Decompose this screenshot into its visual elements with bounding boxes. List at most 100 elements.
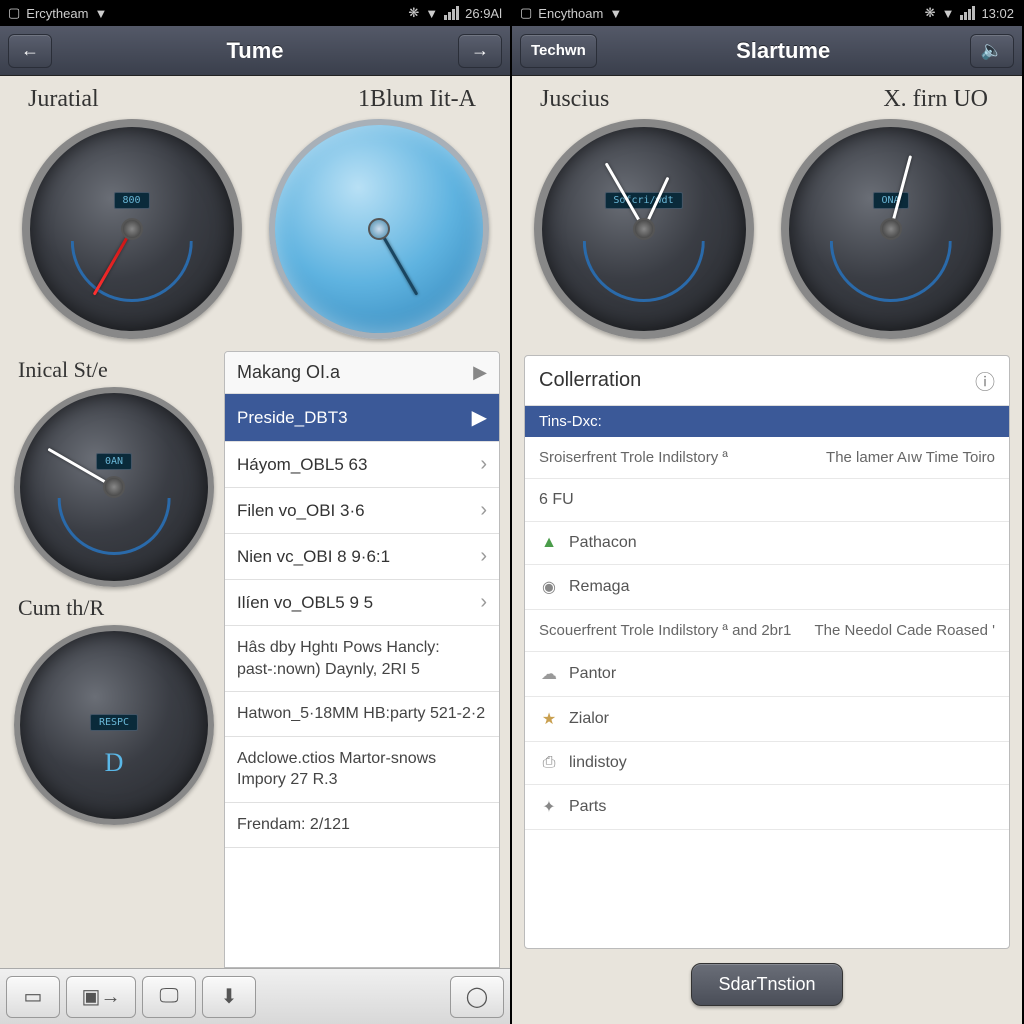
list-item[interactable]: Preside_DBT3 ▶ bbox=[225, 394, 499, 442]
col-right: The Needol Cade Roased ' bbox=[815, 622, 995, 639]
col-left: Sroiserfrent Trole Indilstory ª bbox=[539, 449, 728, 466]
gauge-lcd: 0AN bbox=[96, 453, 132, 470]
gauge-firn[interactable]: ONA bbox=[781, 119, 1001, 339]
page-title: Slartume bbox=[597, 38, 970, 64]
item-icon: ⎙ bbox=[539, 754, 559, 772]
item-label: Zialor bbox=[569, 710, 609, 728]
item-label: lindistoy bbox=[569, 754, 627, 772]
item-label: Pathacon bbox=[569, 534, 637, 552]
list-item-label: Nien vc_OBI 8 9·6:1 bbox=[237, 547, 390, 567]
item-label: Pantor bbox=[569, 665, 616, 683]
back-button[interactable]: ← bbox=[8, 34, 52, 68]
list-item[interactable]: ▲ Pathacon bbox=[525, 522, 1009, 565]
status-bar-left: ▢ Ercytheam ▼ ❋ ▼ 26:9Al bbox=[0, 0, 510, 26]
gauge-sub-arc bbox=[829, 241, 951, 302]
item-icon: ▲ bbox=[539, 534, 559, 552]
list-item[interactable]: Adclowe.ctios Martor-snows Impory 27 R.3 bbox=[225, 737, 499, 803]
nav-bar-left: ← Tume → bbox=[0, 26, 510, 76]
gauge-hub bbox=[633, 218, 655, 240]
tab-monitor[interactable]: 🖵 bbox=[142, 976, 196, 1018]
list-header-label: Makang OI.a bbox=[237, 362, 340, 383]
gauge-juscius[interactable]: Sofcri/wdt bbox=[534, 119, 754, 339]
list-item[interactable]: ☁ Pantor bbox=[525, 652, 1009, 697]
list-header[interactable]: Makang OI.a ▶ bbox=[225, 352, 499, 394]
status-bar-right: ▢ Encythoam ▼ ❋ ▼ 13:02 bbox=[512, 0, 1022, 26]
chevron-right-icon: › bbox=[480, 591, 487, 614]
gauge-title-blum: 1Blum Iit-A bbox=[261, 86, 496, 113]
gauge-title-firn: X. firn UO bbox=[773, 86, 1008, 113]
phone-right: ▢ Encythoam ▼ ❋ ▼ 13:02 Techwn Slartume … bbox=[512, 0, 1024, 1024]
list-item[interactable]: Filen vo_OBI 3·6 › bbox=[225, 488, 499, 534]
clock-label: 13:02 bbox=[981, 6, 1014, 21]
collaboration-panel: Collerration ⓘ Tins-Dxc: Sroiserfrent Tr… bbox=[524, 355, 1010, 949]
item-icon: ☁ bbox=[539, 664, 559, 684]
list-item-label: Ilíen vo_OBL5 9 5 bbox=[237, 593, 373, 613]
back-label: Techwn bbox=[531, 42, 586, 59]
list-item[interactable]: ✦ Parts bbox=[525, 785, 1009, 830]
chevron-right-icon: › bbox=[480, 453, 487, 476]
battery-icon: ▢ bbox=[520, 5, 532, 21]
list-item[interactable]: Frendam: 2/121 bbox=[225, 803, 499, 848]
page-title: Tume bbox=[52, 38, 458, 64]
snowflake-icon: ❋ bbox=[408, 5, 419, 21]
gauge-title-cum: Cum th/R bbox=[18, 595, 212, 621]
gauge-inical[interactable]: 0AN bbox=[14, 387, 214, 587]
panel-header-label: Collerration bbox=[539, 369, 641, 392]
gauge-cum[interactable]: RESPC D bbox=[14, 625, 214, 825]
gauge-center-glyph: D bbox=[105, 748, 124, 778]
forward-button[interactable]: → bbox=[458, 34, 502, 68]
list-item[interactable]: Ilíen vo_OBL5 9 5 › bbox=[225, 580, 499, 626]
item-label: 6 FU bbox=[539, 491, 574, 509]
chevron-right-icon: › bbox=[480, 545, 487, 568]
clock-label: 26:9Al bbox=[465, 6, 502, 21]
list-item[interactable]: Háyom_OBL5 63 › bbox=[225, 442, 499, 488]
wifi-icon: ▼ bbox=[94, 6, 107, 21]
col-right: The lamer Aıw Time Toiro bbox=[826, 449, 995, 466]
gauge-lcd: ONA bbox=[872, 192, 908, 209]
carrier-label: Encythoam bbox=[538, 6, 603, 21]
chevron-right-icon: › bbox=[480, 499, 487, 522]
carrier-label: Ercytheam bbox=[26, 6, 88, 21]
item-icon: ◉ bbox=[539, 577, 559, 597]
chevron-right-icon: ▶ bbox=[473, 362, 487, 383]
nav-bar-right: Techwn Slartume 🔈 bbox=[512, 26, 1022, 76]
gauge-hub bbox=[880, 218, 902, 240]
tab-search[interactable]: ◯ bbox=[450, 976, 504, 1018]
start-button[interactable]: SdarTnstion bbox=[691, 963, 842, 1006]
item-icon: ★ bbox=[539, 709, 559, 729]
list-item[interactable]: Nien vc_OBI 8 9·6:1 › bbox=[225, 534, 499, 580]
list-item[interactable]: ◉ Remaga bbox=[525, 565, 1009, 610]
tab-media[interactable]: ▣→ bbox=[66, 976, 136, 1018]
col-left: Scouerfrent Trole Indilstory ª and 2br1 bbox=[539, 622, 791, 639]
item-label: Parts bbox=[569, 798, 606, 816]
info-icon[interactable]: ⓘ bbox=[975, 366, 995, 395]
gauge-juratial[interactable]: 800 bbox=[22, 119, 242, 339]
list-item[interactable]: ★ Zialor bbox=[525, 697, 1009, 742]
panel-header[interactable]: Collerration ⓘ bbox=[525, 356, 1009, 406]
sound-button[interactable]: 🔈 bbox=[970, 34, 1014, 68]
gauge-blum[interactable] bbox=[269, 119, 489, 339]
battery-icon: ▢ bbox=[8, 5, 20, 21]
start-button-label: SdarTnstion bbox=[718, 974, 815, 994]
gauge-sub-arc bbox=[70, 241, 192, 302]
list-item-label: Filen vo_OBI 3·6 bbox=[237, 501, 365, 521]
list-item[interactable]: Hâs dby Hghtı Pows Hancly: past-:nown) D… bbox=[225, 626, 499, 692]
item-icon: ✦ bbox=[539, 797, 559, 817]
phone-left: ▢ Ercytheam ▼ ❋ ▼ 26:9Al ← Tume → Jurati… bbox=[0, 0, 512, 1024]
list-item[interactable]: ⎙ lindistoy bbox=[525, 742, 1009, 785]
wifi-icon: ▼ bbox=[609, 6, 622, 21]
tab-save[interactable]: ⬇ bbox=[202, 976, 256, 1018]
back-button[interactable]: Techwn bbox=[520, 34, 597, 68]
section-header: Tins-Dxc: bbox=[525, 406, 1009, 437]
list-item-label: Háyom_OBL5 63 bbox=[237, 455, 367, 475]
list-item[interactable]: Hatwon_5·18MM HB:party 521-2·2 bbox=[225, 692, 499, 737]
item-label: Remaga bbox=[569, 578, 629, 596]
tab-dashboard[interactable]: ▭ bbox=[6, 976, 60, 1018]
list-item-label: Preside_DBT3 bbox=[237, 408, 348, 428]
gauge-sub-arc bbox=[582, 241, 704, 302]
table-header-row: Sroiserfrent Trole Indilstory ª The lame… bbox=[525, 437, 1009, 479]
list-item[interactable]: 6 FU bbox=[525, 479, 1009, 522]
chevron-right-icon: ▶ bbox=[472, 405, 487, 430]
gauge-hub bbox=[368, 218, 390, 240]
gauge-sub-arc bbox=[58, 498, 171, 554]
